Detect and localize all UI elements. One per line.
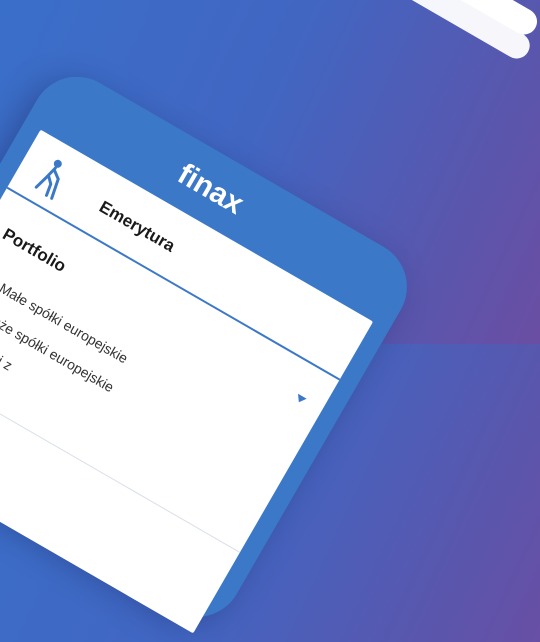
- portfolio-title: Portfolio: [0, 224, 70, 276]
- phone-frame: finax Emerytura Portfolio Małe spółki eu…: [0, 60, 424, 634]
- app-content: Emerytura Portfolio Małe spółki europejs…: [0, 129, 374, 634]
- walking-person-with-cane-icon: [34, 159, 62, 200]
- portfolio-collapse-icon[interactable]: [294, 393, 307, 405]
